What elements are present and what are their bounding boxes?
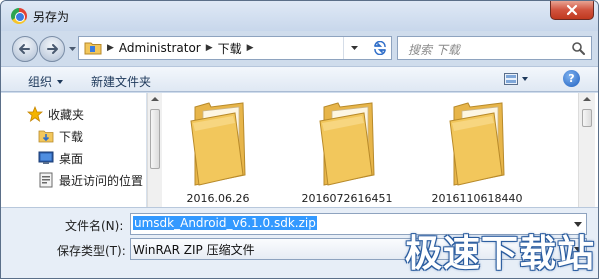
scroll-up-arrow[interactable] [151, 97, 159, 101]
folder-item[interactable]: 2016.06.26 [163, 93, 273, 207]
address-bar[interactable]: ▶ Administrator ▶ 下载 ▶ [78, 36, 392, 60]
search-placeholder: 搜索 下载 [408, 43, 460, 57]
view-icon [504, 73, 518, 85]
nav-item-label: 下载 [59, 129, 84, 144]
search-icon [572, 42, 585, 55]
browser-app-icon [11, 8, 27, 24]
folder-icon [449, 102, 505, 186]
close-icon [566, 4, 578, 16]
file-list-scrollbar[interactable] [578, 93, 595, 207]
scrollbar-thumb[interactable] [150, 109, 160, 169]
arrow-right-icon [47, 44, 58, 54]
chevron-right-icon[interactable]: ▶ [107, 43, 114, 53]
organize-label: 组织 [28, 75, 53, 89]
watermark-logo: 极速下载站 [405, 232, 595, 275]
breadcrumb-administrator[interactable]: Administrator [119, 41, 201, 55]
breadcrumb-downloads[interactable]: 下载 [218, 40, 242, 57]
search-input[interactable]: 搜索 下载 [397, 36, 592, 60]
filetype-label: 保存类型(T): [57, 244, 126, 258]
file-list: 2016.06.26 2016072616451 2016110618440 [162, 93, 578, 207]
scroll-up-arrow[interactable] [583, 97, 591, 101]
content-area: 收藏夹 下载 桌面 最近访问的位置 2016.06.26 20160726164… [1, 93, 598, 207]
refresh-icon [373, 41, 386, 55]
save-as-dialog: 另存为 ▶ Administrator ▶ 下载 ▶ 搜索 下载 组织 新建文件… [0, 0, 599, 279]
recent-places-icon [39, 172, 53, 188]
help-icon[interactable]: ? [563, 70, 580, 87]
refresh-button[interactable] [367, 36, 392, 60]
navigation-pane: 收藏夹 下载 桌面 最近访问的位置 [1, 93, 147, 207]
download-folder-icon [38, 130, 54, 143]
nav-item-label: 收藏夹 [48, 107, 85, 122]
folder-name: 2016.06.26 [186, 192, 250, 205]
window-title: 另存为 [33, 10, 70, 24]
new-folder-label: 新建文件夹 [91, 75, 152, 89]
nav-item-desktop[interactable]: 桌面 [1, 147, 147, 169]
folder-icon [84, 42, 102, 55]
scrollbar-thumb[interactable] [582, 109, 592, 127]
nav-item-recent-places[interactable]: 最近访问的位置 [1, 169, 147, 191]
chevron-down-icon [57, 79, 64, 84]
chevron-down-icon [351, 45, 358, 50]
close-button[interactable] [550, 1, 594, 20]
nav-item-favorites[interactable]: 收藏夹 [1, 103, 147, 125]
nav-item-label: 最近访问的位置 [59, 173, 144, 188]
arrow-left-icon [19, 44, 30, 54]
folder-name: 2016110618440 [431, 192, 523, 205]
change-view-button[interactable] [504, 70, 532, 88]
address-row: ▶ Administrator ▶ 下载 ▶ 搜索 下载 [1, 31, 598, 67]
desktop-icon [38, 151, 54, 164]
filetype-value: WinRAR ZIP 压缩文件 [133, 243, 255, 257]
command-toolbar: 组织 新建文件夹 ? [1, 66, 598, 92]
folder-name: 2016072616451 [301, 192, 393, 205]
title-bar: 另存为 [1, 1, 598, 31]
new-folder-button[interactable]: 新建文件夹 [91, 73, 151, 90]
folder-item[interactable]: 2016072616451 [292, 93, 402, 207]
chevron-right-icon[interactable]: ▶ [247, 43, 254, 53]
nav-item-downloads[interactable]: 下载 [1, 125, 147, 147]
address-dropdown-button[interactable] [343, 37, 365, 59]
filename-value: umsdk_Android_v6.1.0.sdk.zip [133, 216, 317, 230]
nav-item-label: 桌面 [59, 151, 84, 166]
chevron-right-icon[interactable]: ▶ [206, 43, 213, 53]
star-icon [27, 106, 43, 122]
recent-pages-dropdown[interactable] [68, 45, 77, 54]
filename-label: 文件名(N): [65, 219, 124, 233]
back-button[interactable] [12, 36, 38, 62]
forward-button[interactable] [39, 36, 65, 62]
organize-menu-button[interactable]: 组织 [28, 73, 64, 90]
folder-item[interactable]: 2016110618440 [422, 93, 532, 207]
chevron-down-icon [522, 77, 528, 81]
folder-icon [190, 102, 246, 186]
folder-icon [319, 102, 375, 186]
navigation-pane-scrollbar[interactable] [147, 93, 162, 207]
